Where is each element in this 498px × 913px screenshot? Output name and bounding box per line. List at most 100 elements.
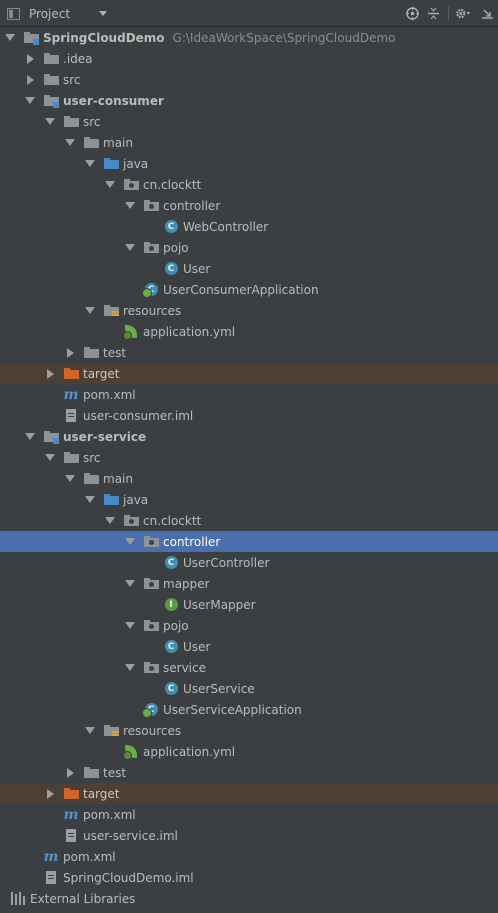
tree-node-test[interactable]: test [0,342,498,363]
folder-icon [83,766,99,780]
tree-node-label: pom.xml [63,849,116,864]
tree-node-pojo[interactable]: pojo [0,615,498,636]
tree-node-resources[interactable]: resources [0,300,498,321]
tree-node-application-yml[interactable]: application.yml [0,741,498,762]
resources-folder-icon [103,304,119,318]
tree-node-userservice[interactable]: C UserService [0,678,498,699]
expand-arrow-down-icon[interactable] [124,200,136,212]
tree-node-application-yml[interactable]: application.yml [0,321,498,342]
expand-arrow-down-icon[interactable] [64,473,76,485]
no-arrow-spacer [44,389,56,401]
iml-file-icon [43,871,59,885]
expand-arrow-down-icon[interactable] [124,620,136,632]
tree-node-usermapper[interactable]: I UserMapper [0,594,498,615]
tree-node-usercontroller[interactable]: C UserController [0,552,498,573]
tree-node-label: target [83,366,120,381]
tree-node-userserviceapplication[interactable]: C UserServiceApplication [0,699,498,720]
tree-node-src[interactable]: src [0,69,498,90]
tree-node-label: mapper [163,576,210,591]
expand-arrow-down-icon[interactable] [24,95,36,107]
tree-node-springclouddemo-iml[interactable]: SpringCloudDemo.iml [0,867,498,888]
tree-node-external-libraries[interactable]: External Libraries [0,888,498,909]
tree-node-src[interactable]: src [0,447,498,468]
tree-node-cn-clocktt[interactable]: cn.clocktt [0,174,498,195]
tree-node-resources[interactable]: resources [0,720,498,741]
collapse-icon[interactable] [425,5,441,21]
expand-arrow-down-icon[interactable] [84,494,96,506]
class-icon: C [163,640,179,654]
expand-arrow-right-icon[interactable] [64,347,76,359]
tree-node-target[interactable]: target [0,783,498,804]
tree-node-target[interactable]: target [0,363,498,384]
project-view-selector[interactable]: Project [4,4,112,23]
tree-node-pom-xml[interactable]: m pom.xml [0,384,498,405]
tree-node-service[interactable]: service [0,657,498,678]
package-icon [143,535,159,549]
tree-node-pom-xml[interactable]: m pom.xml [0,846,498,867]
expand-arrow-right-icon[interactable] [44,788,56,800]
tree-node-label: User [183,639,211,654]
tree-node-user-service[interactable]: user-service [0,426,498,447]
tree-node-user[interactable]: C User [0,636,498,657]
expand-arrow-right-icon[interactable] [64,767,76,779]
expand-arrow-down-icon[interactable] [124,662,136,674]
tree-node-main[interactable]: main [0,468,498,489]
tree-node-label: java [123,492,149,507]
hide-icon[interactable] [479,5,495,21]
class-icon: C [163,262,179,276]
tree-node-label: UserConsumerApplication [163,282,319,297]
expand-arrow-down-icon[interactable] [64,137,76,149]
no-arrow-spacer [144,683,156,695]
no-arrow-spacer [144,599,156,611]
tree-node-java[interactable]: java [0,153,498,174]
expand-arrow-down-icon[interactable] [124,578,136,590]
tree-node-cn-clocktt[interactable]: cn.clocktt [0,510,498,531]
tree-node-main[interactable]: main [0,132,498,153]
spring-yml-icon [123,745,139,760]
tree-node-test[interactable]: test [0,762,498,783]
tree-node-pojo[interactable]: pojo [0,237,498,258]
expand-arrow-down-icon[interactable] [124,536,136,548]
expand-arrow-down-icon[interactable] [84,305,96,317]
tree-node-controller[interactable]: controller [0,531,498,552]
tree-node-pom-xml[interactable]: m pom.xml [0,804,498,825]
folder-icon [83,346,99,360]
folder-icon [63,451,79,465]
expand-arrow-down-icon[interactable] [104,515,116,527]
tree-node-label: UserServiceApplication [163,702,302,717]
tree-node-user[interactable]: C User [0,258,498,279]
expand-arrow-down-icon[interactable] [44,452,56,464]
tree-node-java[interactable]: java [0,489,498,510]
tree-node-label: UserController [183,555,270,570]
tree-node-webcontroller[interactable]: C WebController [0,216,498,237]
spring-boot-class-icon: C [141,283,159,298]
tree-node-springclouddemo[interactable]: SpringCloudDemo G:\IdeaWorkSpace\SpringCl… [0,27,498,48]
maven-icon: m [63,806,79,823]
expand-arrow-down-icon[interactable] [44,116,56,128]
expand-arrow-down-icon[interactable] [84,158,96,170]
tree-node-src[interactable]: src [0,111,498,132]
module-folder-icon [43,94,59,108]
tree-node-user-consumer-iml[interactable]: user-consumer.iml [0,405,498,426]
tree-node-user-service-iml[interactable]: user-service.iml [0,825,498,846]
tree-node-label: resources [123,303,182,318]
gear-icon[interactable] [455,5,471,21]
expand-arrow-down-icon[interactable] [104,179,116,191]
tree-node-mapper[interactable]: mapper [0,573,498,594]
class-icon: C [163,556,179,570]
expand-arrow-right-icon[interactable] [24,53,36,65]
no-arrow-spacer [44,410,56,422]
tree-node-user-consumer[interactable]: user-consumer [0,90,498,111]
tree-node-userconsumerapplication[interactable]: C UserConsumerApplication [0,279,498,300]
expand-arrow-down-icon[interactable] [24,431,36,443]
expand-arrow-down-icon[interactable] [84,725,96,737]
tree-node-label: main [103,471,133,486]
tree-node-idea[interactable]: .idea [0,48,498,69]
tree-node-controller[interactable]: controller [0,195,498,216]
target-icon[interactable] [404,5,420,21]
expand-arrow-right-icon[interactable] [44,368,56,380]
expand-arrow-down-icon[interactable] [4,32,16,44]
tree-node-label: application.yml [143,324,236,339]
expand-arrow-right-icon[interactable] [24,74,36,86]
expand-arrow-down-icon[interactable] [124,242,136,254]
